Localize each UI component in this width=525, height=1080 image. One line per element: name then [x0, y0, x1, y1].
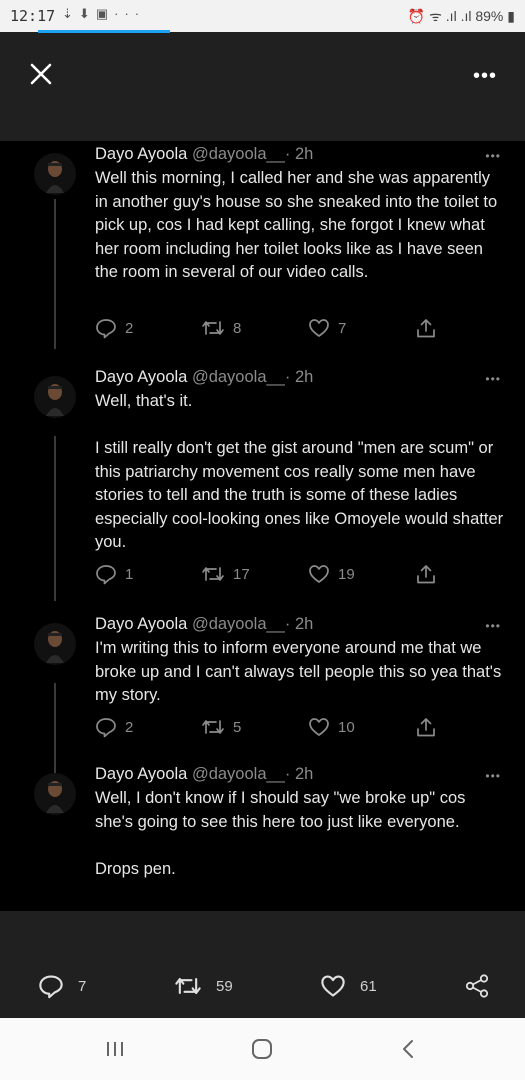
- tweet-text: Well this morning, I called her and she …: [95, 169, 498, 281]
- tweet-text: Well, that's it. I still really don't ge…: [95, 392, 504, 551]
- share-button[interactable]: [415, 563, 437, 585]
- recent-apps-icon[interactable]: [100, 1036, 130, 1062]
- retweet-icon: [202, 567, 224, 581]
- reply-icon: [96, 565, 116, 585]
- retweet-icon: [175, 977, 201, 995]
- author-handle[interactable]: @dayoola__: [192, 615, 285, 633]
- reply-button[interactable]: 1: [95, 563, 133, 585]
- system-navigation-bar: [0, 1018, 525, 1080]
- wifi-icon: ᯤ: [429, 8, 442, 24]
- tweet-time: · 2h: [284, 145, 314, 163]
- retweet-icon: [202, 321, 224, 335]
- reply-count: 1: [125, 565, 134, 583]
- back-icon[interactable]: [394, 1036, 424, 1062]
- tweet-time: · 2h: [284, 368, 314, 386]
- tweet-actions: 1 17 19: [95, 563, 455, 587]
- author-name[interactable]: Dayo Ayoola: [95, 145, 187, 163]
- like-button[interactable]: 10: [308, 716, 355, 738]
- tweet-time: · 2h: [284, 615, 314, 633]
- share-icon: [465, 974, 489, 998]
- download-icon: ⬇: [78, 6, 96, 21]
- thread-connector: [54, 436, 56, 601]
- share-button[interactable]: [415, 716, 437, 738]
- share-button[interactable]: [464, 973, 490, 999]
- tweet-actions: 2 5 10: [95, 716, 455, 740]
- retweet-button[interactable]: 8: [201, 317, 241, 339]
- author-handle[interactable]: @dayoola__: [192, 145, 285, 163]
- home-icon[interactable]: [247, 1036, 277, 1062]
- avatar[interactable]: [34, 773, 76, 815]
- status-time: 12:17: [10, 7, 56, 25]
- tweet-actions: 2 8 7: [95, 317, 455, 341]
- status-bar: 12:17 ⇣⬇▣··· ⏰ ᯤ .ıl .ıl 89% ▮: [0, 0, 525, 33]
- retweet-count: 59: [216, 977, 233, 995]
- like-count: 61: [360, 977, 377, 995]
- retweet-button[interactable]: 17: [201, 563, 250, 585]
- like-button[interactable]: 7: [308, 317, 346, 339]
- reply-icon: [96, 718, 116, 738]
- battery-level: 89%: [475, 8, 504, 24]
- heart-icon: [309, 319, 329, 337]
- tweet-more-icon[interactable]: •••: [485, 372, 501, 386]
- system-icons: ⏰ ᯤ .ıl .ıl 89% ▮: [408, 7, 515, 26]
- tweet-more-icon[interactable]: •••: [485, 619, 501, 633]
- tweet-text: Well, I don't know if I should say "we b…: [95, 789, 466, 878]
- tweet-more-icon[interactable]: •••: [485, 149, 501, 163]
- share-button[interactable]: [415, 317, 437, 339]
- heart-icon: [309, 565, 329, 583]
- thread-connector: [54, 199, 56, 349]
- reply-count: 7: [78, 977, 87, 995]
- reply-count: 2: [125, 319, 134, 337]
- top-bar: •••: [0, 33, 525, 141]
- tweet-header: Dayo Ayoola @dayoola__· 2h: [95, 368, 313, 387]
- more-icon[interactable]: •••: [473, 65, 497, 88]
- author-name[interactable]: Dayo Ayoola: [95, 765, 187, 783]
- reply-button[interactable]: 2: [95, 317, 133, 339]
- share-icon: [417, 565, 435, 584]
- author-handle[interactable]: @dayoola__: [192, 765, 285, 783]
- reply-button[interactable]: 7: [38, 973, 86, 999]
- retweet-button[interactable]: 59: [174, 973, 233, 999]
- alarm-icon: ⏰: [407, 8, 426, 24]
- author-name[interactable]: Dayo Ayoola: [95, 368, 187, 386]
- more-notifications-icon: ···: [114, 6, 146, 21]
- share-icon: [417, 319, 435, 338]
- tweet-thread: Dayo Ayoola @dayoola__· 2h ••• Well this…: [0, 141, 525, 911]
- tweet-text: I'm writing this to inform everyone arou…: [95, 639, 502, 704]
- signal-icon: .ıl .ıl: [445, 8, 472, 24]
- heart-icon: [321, 975, 345, 997]
- retweet-icon: [202, 720, 224, 734]
- avatar[interactable]: [34, 376, 76, 418]
- like-button[interactable]: 61: [320, 973, 377, 999]
- tweet-header: Dayo Ayoola @dayoola__· 2h: [95, 765, 313, 784]
- bottom-action-bar: 7 59 61: [0, 911, 525, 1018]
- close-icon[interactable]: [26, 59, 56, 89]
- like-count: 10: [338, 718, 355, 736]
- like-count: 7: [338, 319, 347, 337]
- avatar[interactable]: [34, 153, 76, 195]
- reply-icon: [39, 975, 63, 999]
- reply-button[interactable]: 2: [95, 716, 133, 738]
- like-count: 19: [338, 565, 355, 583]
- retweet-count: 8: [233, 319, 242, 337]
- reply-icon: [96, 319, 116, 339]
- tweet-more-icon[interactable]: •••: [485, 769, 501, 783]
- share-icon: [417, 718, 435, 737]
- reply-count: 2: [125, 718, 134, 736]
- author-handle[interactable]: @dayoola__: [192, 368, 285, 386]
- retweet-count: 17: [233, 565, 250, 583]
- heart-icon: [309, 718, 329, 736]
- tweet-header: Dayo Ayoola @dayoola__· 2h: [95, 615, 313, 634]
- battery-icon: ▮: [507, 8, 515, 24]
- author-name[interactable]: Dayo Ayoola: [95, 615, 187, 633]
- avatar[interactable]: [34, 623, 76, 665]
- like-button[interactable]: 19: [308, 563, 355, 585]
- retweet-count: 5: [233, 718, 242, 736]
- tweet-header: Dayo Ayoola @dayoola__· 2h: [95, 145, 313, 164]
- notification-icons: ⇣⬇▣···: [62, 6, 145, 22]
- download-icon: ⇣: [62, 6, 79, 21]
- retweet-button[interactable]: 5: [201, 716, 241, 738]
- image-icon: ▣: [95, 6, 115, 21]
- tweet-time: · 2h: [284, 765, 314, 783]
